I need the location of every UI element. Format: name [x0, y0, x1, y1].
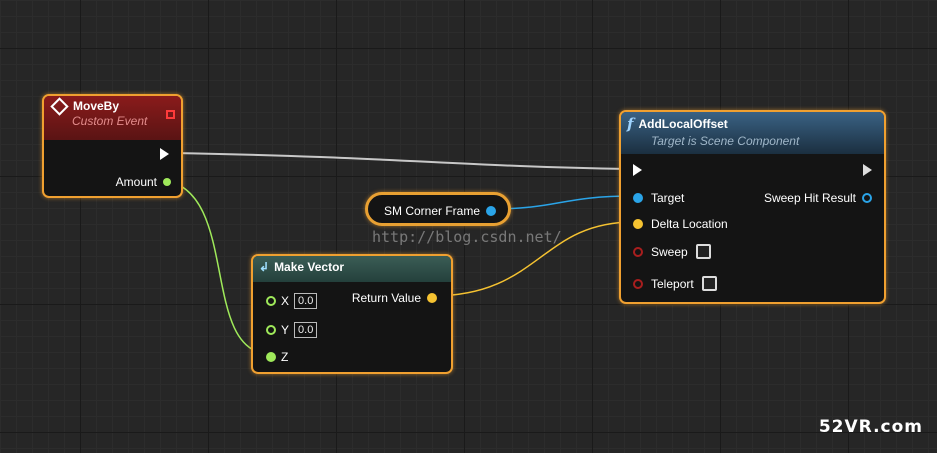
- sweep-hit-result-label: Sweep Hit Result: [763, 191, 856, 205]
- delegate-pin-icon[interactable]: [166, 110, 175, 119]
- blueprint-graph-canvas[interactable]: MoveBy Custom Event Amount SM Corner Fra…: [0, 0, 937, 453]
- add-local-offset-title: AddLocalOffset: [638, 117, 728, 131]
- sm-corner-frame-pin[interactable]: [486, 206, 497, 216]
- x-pin[interactable]: [266, 296, 276, 306]
- sweep-pin[interactable]: [633, 246, 643, 257]
- teleport-checkbox[interactable]: [701, 276, 717, 291]
- sweep-hit-result-pin[interactable]: [862, 193, 872, 203]
- teleport-label: Teleport: [651, 276, 694, 291]
- amount-pin-label: Amount: [115, 175, 157, 189]
- exec-in-pin[interactable]: [633, 164, 642, 176]
- brand-logo-text: 52VR.com: [818, 417, 923, 437]
- sm-corner-frame-label: SM Corner Frame: [384, 204, 481, 218]
- return-value-label: Return Value: [351, 291, 421, 305]
- amount-pin[interactable]: [163, 178, 171, 186]
- make-vector-node[interactable]: ↲ Make Vector X 0.0 Y 0.0 Z Return Value: [251, 254, 453, 374]
- make-vector-title: Make Vector: [274, 260, 345, 274]
- target-pin[interactable]: [633, 193, 643, 203]
- function-f-icon: f: [627, 115, 634, 133]
- delta-location-pin[interactable]: [633, 219, 643, 229]
- moveby-subtitle: Custom Event: [72, 114, 148, 128]
- sweep-checkbox[interactable]: [695, 244, 711, 259]
- exec-out-pin[interactable]: [160, 148, 169, 160]
- y-value-field[interactable]: 0.0: [294, 322, 318, 338]
- sm-corner-frame-node[interactable]: SM Corner Frame: [365, 192, 511, 226]
- z-label: Z: [281, 350, 289, 364]
- y-pin[interactable]: [266, 325, 276, 335]
- exec-wire: [170, 152, 631, 170]
- x-label: X: [281, 294, 290, 308]
- teleport-pin[interactable]: [633, 278, 643, 289]
- event-diamond-icon: [50, 96, 69, 116]
- add-local-offset-node[interactable]: f AddLocalOffset Target is Scene Compone…: [619, 110, 886, 304]
- add-local-offset-header: f AddLocalOffset Target is Scene Compone…: [621, 112, 884, 154]
- make-vector-header: ↲ Make Vector: [253, 256, 451, 282]
- function-icon: ↲: [259, 260, 270, 274]
- delta-location-label: Delta Location: [651, 217, 728, 231]
- sweep-label: Sweep: [651, 244, 688, 259]
- y-label: Y: [281, 323, 290, 337]
- z-pin[interactable]: [266, 352, 276, 362]
- watermark-text: http://blog.csdn.net/: [372, 228, 562, 246]
- sm-to-target-wire: [489, 195, 635, 210]
- target-label: Target: [651, 191, 685, 205]
- exec-out-hollow-pin[interactable]: [863, 164, 872, 176]
- moveby-header: MoveBy Custom Event: [44, 96, 181, 140]
- x-value-field[interactable]: 0.0: [294, 293, 318, 309]
- moveby-title: MoveBy: [73, 99, 120, 113]
- moveby-event-node[interactable]: MoveBy Custom Event Amount: [42, 94, 183, 198]
- add-local-offset-subtitle: Target is Scene Component: [651, 134, 800, 148]
- return-value-pin[interactable]: [427, 293, 437, 303]
